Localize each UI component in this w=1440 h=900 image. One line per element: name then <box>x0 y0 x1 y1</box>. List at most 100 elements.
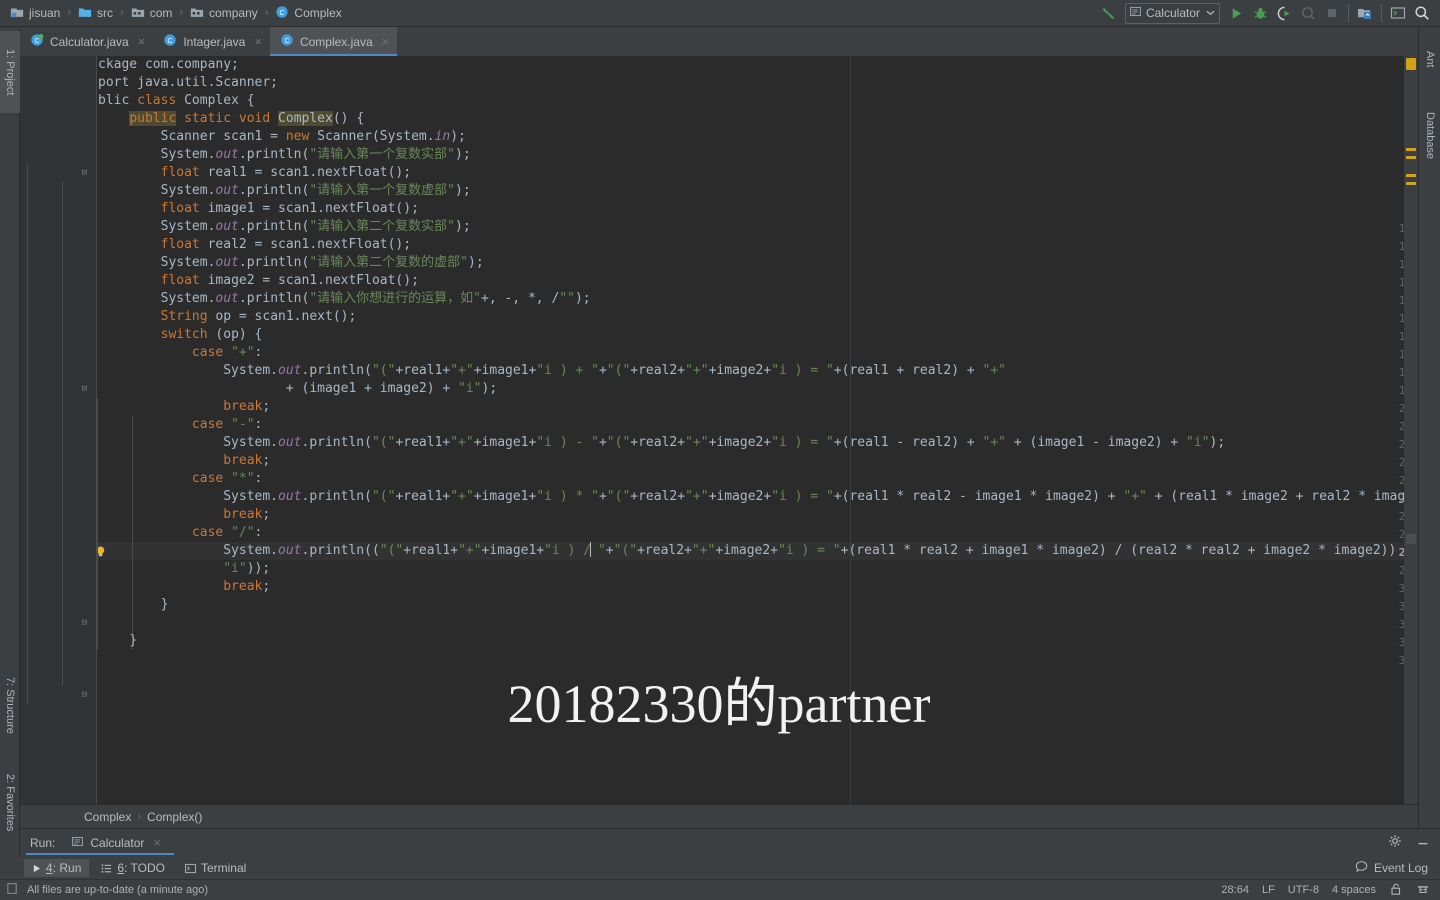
run-tab-selected-indicator <box>26 853 174 855</box>
tab-calculator-java[interactable]: C Calculator.java × <box>20 27 153 56</box>
code-line: ckage com.company; <box>98 57 239 72</box>
code-line: float image1 = scan1.nextFloat(); <box>160 201 419 216</box>
tab-label: Calculator.java <box>50 34 129 49</box>
search-everywhere-button[interactable] <box>1410 2 1434 24</box>
profile-button <box>1296 2 1320 24</box>
breadcrumb-item-company[interactable]: company <box>188 0 260 27</box>
breadcrumb-label: Complex <box>294 6 342 20</box>
stripe-marker-warning[interactable] <box>1406 156 1416 159</box>
code-line: "i")); <box>223 561 271 576</box>
code-line: break; <box>223 453 271 468</box>
line-separator-widget[interactable]: LF <box>1262 884 1275 896</box>
encoding-widget[interactable]: UTF-8 <box>1288 884 1319 896</box>
code-line: System.out.println("("+real1+"+"+image1+… <box>98 489 1418 504</box>
code-line: System.out.println("请输入第二个复数的虚部"); <box>98 255 484 270</box>
breadcrumb-item-class[interactable]: C Complex <box>273 0 343 27</box>
sidebar-item-label: Database <box>1424 112 1436 160</box>
status-message: All files are up-to-date (a minute ago) <box>27 884 208 896</box>
breadcrumb-item-src[interactable]: src <box>76 0 115 27</box>
breadcrumb-separator: › <box>179 7 184 19</box>
code-line: blic class Complex { <box>98 93 255 108</box>
stripe-marker-warning[interactable] <box>1406 182 1416 185</box>
scrollbar-thumb[interactable] <box>1406 534 1416 544</box>
breadcrumb-segment-method[interactable]: Complex() <box>147 810 202 824</box>
sidebar-item-label: Ant <box>1424 50 1436 68</box>
run-with-coverage-button[interactable] <box>1272 2 1296 24</box>
close-icon[interactable]: × <box>254 35 262 48</box>
stop-button <box>1320 2 1344 24</box>
code-line: System.out.println("请输入你想进行的运算，如"+, -, *… <box>98 291 591 306</box>
code-line: case "*": <box>191 471 263 486</box>
sidebar-item-ant[interactable]: Ant <box>1420 33 1440 85</box>
sidebar-item-label: 1: Project <box>4 48 16 96</box>
bottom-tab-label: : TODO <box>124 861 165 875</box>
sidebar-item-database[interactable]: Database <box>1420 93 1440 179</box>
code-line: switch (op) { <box>160 327 263 342</box>
code-line: String op = scan1.next(); <box>160 309 357 324</box>
breadcrumb: Complex › Complex() <box>20 804 1418 828</box>
code-line: + (image1 + image2) + "i"); <box>98 381 498 396</box>
fold-marker[interactable]: ⊟ <box>79 380 90 398</box>
code-line: System.out.println("("+real1+"+"+image1+… <box>98 363 1007 378</box>
code-line: System.out.println(("("+real1+"+"+image1… <box>98 542 1418 558</box>
stripe-marker-warning[interactable] <box>1406 58 1416 70</box>
stripe-marker-warning[interactable] <box>1406 174 1416 177</box>
breadcrumb-item-module[interactable]: jisuan <box>8 0 62 27</box>
navigation-bar: jisuan › src › com › company › C Complex… <box>0 0 1440 27</box>
indent-guide <box>27 164 28 704</box>
gear-icon[interactable] <box>1388 834 1402 851</box>
run-tab-calculator[interactable]: Calculator × <box>65 832 167 854</box>
run-config-icon <box>1129 5 1142 21</box>
unlocked-icon[interactable] <box>1389 882 1403 899</box>
close-icon[interactable]: × <box>382 35 390 48</box>
run-panel-label: Run: <box>30 835 56 850</box>
run-button[interactable] <box>1224 2 1248 24</box>
status-bar-widgets: 28:64 LF UTF-8 4 spaces <box>1221 882 1430 899</box>
toolbar: Calculator <box>1097 0 1440 27</box>
editor-gutter[interactable] <box>20 56 75 804</box>
bottom-tab-run[interactable]: 4: Run <box>24 859 90 877</box>
java-class-icon: C <box>275 5 289 22</box>
sidebar-item-structure[interactable]: 7: Structure <box>0 659 20 751</box>
minimize-icon[interactable] <box>1416 834 1430 851</box>
indent-widget[interactable]: 4 spaces <box>1332 884 1376 896</box>
event-log-button[interactable]: Event Log <box>1355 860 1440 876</box>
tab-complex-java[interactable]: C Complex.java × <box>269 27 398 56</box>
bottom-tab-todo[interactable]: 6: TODO <box>93 859 173 877</box>
caret-position-widget[interactable]: 28:64 <box>1221 884 1249 896</box>
tab-intager-java[interactable]: C Intager.java × <box>153 27 270 56</box>
fold-marker[interactable]: ⊟ <box>79 614 90 632</box>
breadcrumb-segment-class[interactable]: Complex <box>84 810 131 824</box>
debug-button[interactable] <box>1248 2 1272 24</box>
close-icon[interactable]: × <box>153 835 161 850</box>
sidebar-item-favorites[interactable]: 2: Favorites <box>0 755 20 851</box>
breadcrumb-label: com <box>149 6 173 20</box>
hector-icon[interactable] <box>1416 882 1430 899</box>
build-button[interactable] <box>1097 2 1121 24</box>
code-text[interactable]: ckage com.company; port java.util.Scanner… <box>98 56 1418 804</box>
code-line: break; <box>223 579 271 594</box>
fold-marker[interactable]: ⊟ <box>79 164 90 182</box>
code-line: float real2 = scan1.nextFloat(); <box>160 237 412 252</box>
bottom-tab-terminal[interactable]: Terminal <box>177 859 254 877</box>
run-configuration-selector[interactable]: Calculator <box>1124 2 1220 24</box>
terminal-toolbar-button[interactable] <box>1386 2 1410 24</box>
java-class-icon: C <box>30 33 44 50</box>
bottom-tab-label: Terminal <box>200 861 247 875</box>
code-editor[interactable]: 1234567891011121314151617181920212223242… <box>20 56 1418 804</box>
java-class-icon: C <box>280 33 294 50</box>
breadcrumb-separator: › <box>264 7 269 19</box>
bottom-tool-window-strip: 4: Run 6: TODO Terminal Event Log <box>0 857 1440 879</box>
update-project-button[interactable] <box>1353 2 1377 24</box>
code-line: case "+": <box>191 345 263 360</box>
svg-text:C: C <box>34 38 39 45</box>
sidebar-item-project[interactable]: 1: Project <box>0 31 20 113</box>
fold-marker[interactable]: ⊟ <box>79 686 90 704</box>
code-line: float real1 = scan1.nextFloat(); <box>160 165 412 180</box>
indent-guide <box>62 182 63 686</box>
breadcrumb-item-com[interactable]: com <box>129 0 175 27</box>
stripe-marker-warning[interactable] <box>1406 148 1416 151</box>
close-icon[interactable]: × <box>138 35 146 48</box>
bottom-tab-shortcut: 4 <box>46 861 53 875</box>
error-stripe[interactable] <box>1404 56 1418 804</box>
